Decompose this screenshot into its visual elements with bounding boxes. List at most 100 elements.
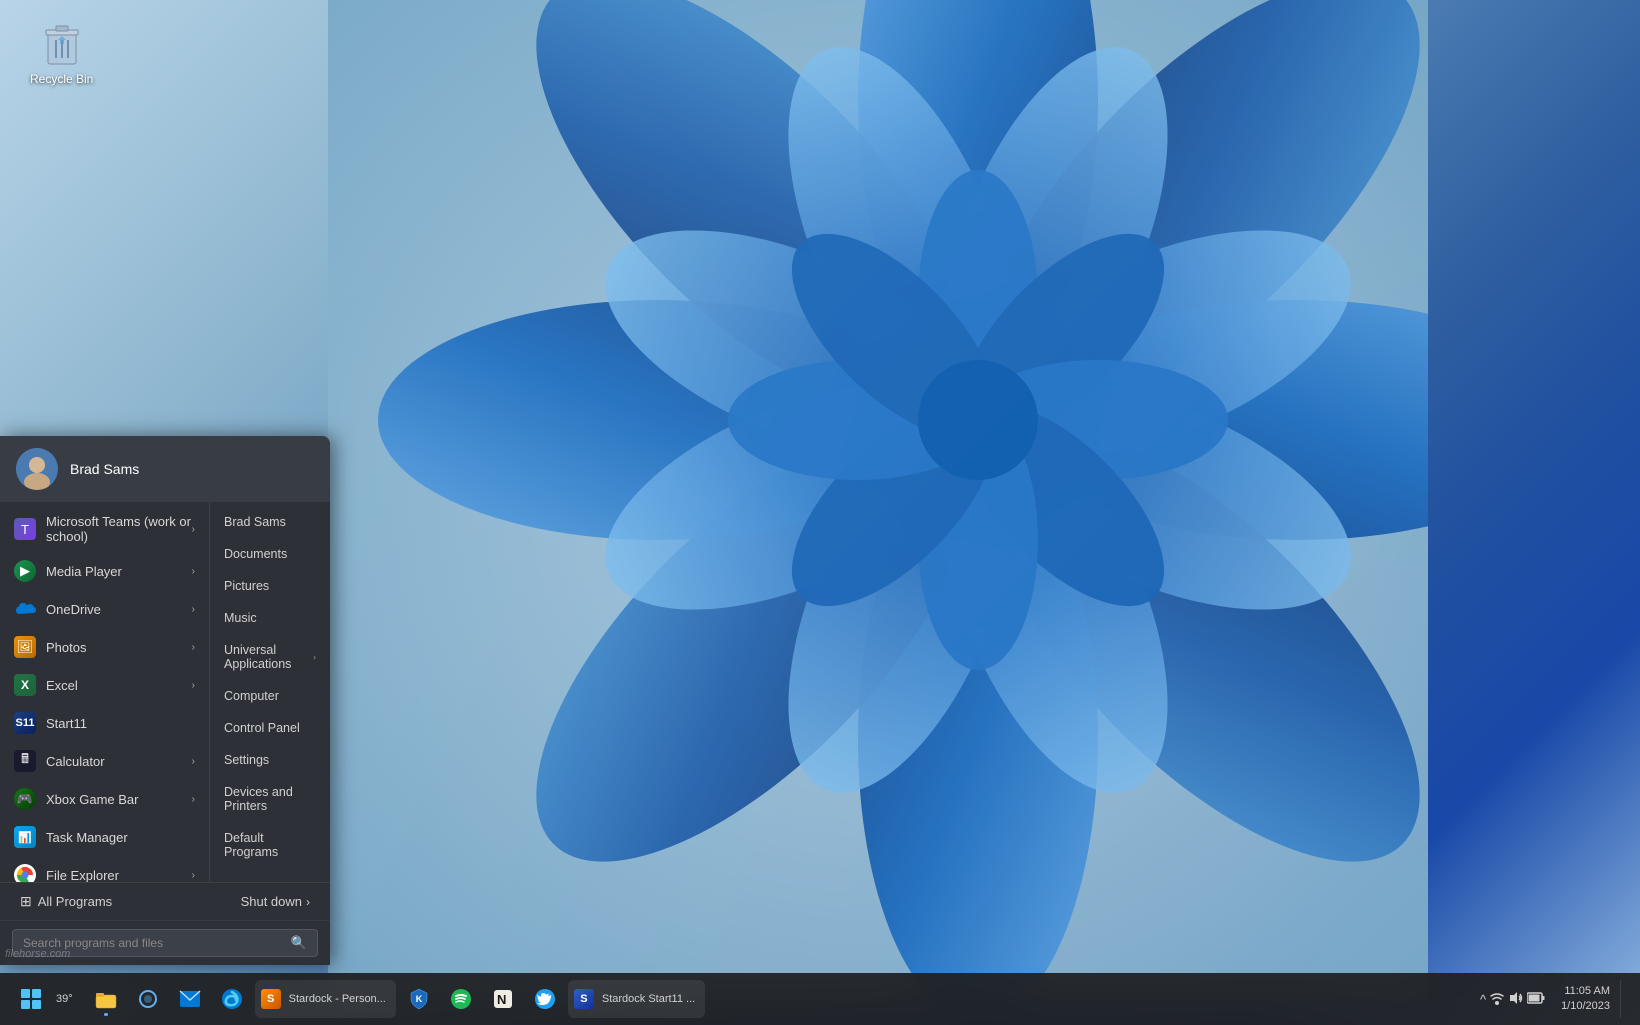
temperature-value: 39° (56, 993, 73, 1005)
place-default-programs[interactable]: Default Programs (210, 822, 330, 868)
user-name: Brad Sams (70, 461, 139, 477)
taskbar-twitter[interactable] (526, 980, 564, 1018)
taskmanager-icon: 📊 (14, 826, 36, 848)
wallpaper-flower (328, 0, 1428, 1000)
tray-icons[interactable]: ^ (1474, 986, 1551, 1013)
menu-bottom-bar: ⊞ All Programs Shut down › (0, 882, 330, 920)
all-programs-button[interactable]: ⊞ All Programs (14, 889, 118, 914)
menu-item-excel[interactable]: X Excel › (0, 666, 209, 704)
tray-network (1489, 990, 1505, 1009)
all-programs-label: All Programs (38, 894, 112, 909)
excel-icon: X (14, 674, 36, 696)
place-music-label: Music (224, 611, 257, 625)
place-brad-sams-label: Brad Sams (224, 515, 286, 529)
tray-volume (1508, 990, 1524, 1009)
place-pictures[interactable]: Pictures (210, 570, 330, 602)
menu-places-list: Brad Sams Documents Pictures Music Unive… (210, 502, 330, 882)
photos-label: Photos (46, 640, 192, 655)
taskbar-stardock2-group[interactable]: S Stardock Start11 ... (568, 980, 705, 1018)
teams-label: Microsoft Teams (work or school) (46, 514, 192, 544)
place-computer-label: Computer (224, 689, 279, 703)
place-universal-apps-label: Universal Applications (224, 643, 313, 671)
place-default-programs-label: Default Programs (224, 831, 316, 859)
place-computer[interactable]: Computer (210, 680, 330, 712)
taskbar-file-explorer[interactable] (87, 980, 125, 1018)
menu-item-photos[interactable]: 🖼 Photos › (0, 628, 209, 666)
calculator-arrow: › (192, 756, 195, 767)
calculator-label: Calculator (46, 754, 192, 769)
onedrive-label: OneDrive (46, 602, 192, 617)
svg-text:K: K (416, 994, 423, 1004)
photos-icon: 🖼 (14, 636, 36, 658)
start11-icon: S11 (14, 712, 36, 734)
place-universal-apps[interactable]: Universal Applications › (210, 634, 330, 680)
menu-item-chrome[interactable]: File Explorer › (0, 856, 209, 882)
temperature-display[interactable]: 39° (50, 989, 79, 1009)
stardock2-label: Stardock Start11 ... (598, 993, 699, 1005)
menu-apps-list: T Microsoft Teams (work or school) › ▶ M… (0, 502, 210, 882)
clock-time: 11:05 AM (1564, 984, 1610, 999)
chrome-icon (14, 864, 36, 882)
all-programs-icon: ⊞ (20, 893, 32, 910)
menu-body: T Microsoft Teams (work or school) › ▶ M… (0, 502, 330, 882)
menu-item-taskmanager[interactable]: 📊 Task Manager (0, 818, 209, 856)
place-pictures-label: Pictures (224, 579, 269, 593)
start11-label: Start11 (46, 716, 195, 731)
place-devices-printers-label: Devices and Printers (224, 785, 316, 813)
recycle-bin-icon[interactable]: Recycle Bin (30, 20, 93, 86)
place-devices-printers[interactable]: Devices and Printers (210, 776, 330, 822)
menu-item-calculator[interactable]: 🖩 Calculator › (0, 742, 209, 780)
place-control-panel[interactable]: Control Panel (210, 712, 330, 744)
teams-arrow: › (192, 524, 195, 535)
place-documents-label: Documents (224, 547, 287, 561)
shutdown-button[interactable]: Shut down › (235, 890, 316, 913)
teams-icon: T (14, 518, 36, 540)
xbox-icon: 🎮 (14, 788, 36, 810)
place-settings[interactable]: Settings (210, 744, 330, 776)
taskbar-edge[interactable] (213, 980, 251, 1018)
tray-battery (1527, 992, 1545, 1007)
taskbar-apps: S Stardock - Person... K N S Stardock (87, 980, 706, 1018)
tray-chevron: ^ (1480, 992, 1486, 1007)
universal-apps-arrow: › (313, 652, 316, 662)
show-desktop-button[interactable] (1620, 980, 1628, 1018)
excel-arrow: › (192, 680, 195, 691)
mediaplayer-arrow: › (192, 566, 195, 577)
stardock-icon: S (261, 989, 281, 1009)
place-brad-sams[interactable]: Brad Sams (210, 506, 330, 538)
start-menu-user-header[interactable]: Brad Sams (0, 436, 330, 502)
shutdown-arrow: › (306, 895, 310, 909)
svg-text:N: N (497, 992, 506, 1007)
calculator-icon: 🖩 (14, 750, 36, 772)
taskbar-spotify[interactable] (442, 980, 480, 1018)
menu-item-mediaplayer[interactable]: ▶ Media Player › (0, 552, 209, 590)
stardock-label: Stardock - Person... (285, 993, 390, 1005)
menu-item-start11[interactable]: S11 Start11 (0, 704, 209, 742)
chrome-label: File Explorer (46, 868, 192, 883)
taskbar-stardock-group[interactable]: S Stardock - Person... (255, 980, 396, 1018)
mediaplayer-icon: ▶ (14, 560, 36, 582)
taskbar-mail[interactable] (171, 980, 209, 1018)
stardock2-icon: S (574, 989, 594, 1009)
place-documents[interactable]: Documents (210, 538, 330, 570)
start-button[interactable] (12, 980, 50, 1018)
menu-item-xbox[interactable]: 🎮 Xbox Game Bar › (0, 780, 209, 818)
onedrive-arrow: › (192, 604, 195, 615)
taskbar-notion[interactable]: N (484, 980, 522, 1018)
taskbar-clock[interactable]: 11:05 AM 1/10/2023 (1553, 982, 1618, 1017)
taskbar-keeper[interactable]: K (400, 980, 438, 1018)
watermark: filehorse.com (5, 948, 70, 960)
taskbar-cortana[interactable] (129, 980, 167, 1018)
menu-item-teams[interactable]: T Microsoft Teams (work or school) › (0, 506, 209, 552)
excel-label: Excel (46, 678, 192, 693)
recycle-bin-label: Recycle Bin (30, 72, 93, 86)
search-icon: 🔍 (291, 935, 307, 951)
onedrive-icon (14, 598, 36, 620)
place-music[interactable]: Music (210, 602, 330, 634)
start-menu: Brad Sams T Microsoft Teams (work or sch… (0, 436, 330, 965)
shutdown-label: Shut down (241, 894, 302, 909)
mediaplayer-label: Media Player (46, 564, 192, 579)
taskmanager-label: Task Manager (46, 830, 195, 845)
menu-item-onedrive[interactable]: OneDrive › (0, 590, 209, 628)
taskbar-tray: ^ 11:05 AM 1/10/2023 (1474, 980, 1628, 1018)
